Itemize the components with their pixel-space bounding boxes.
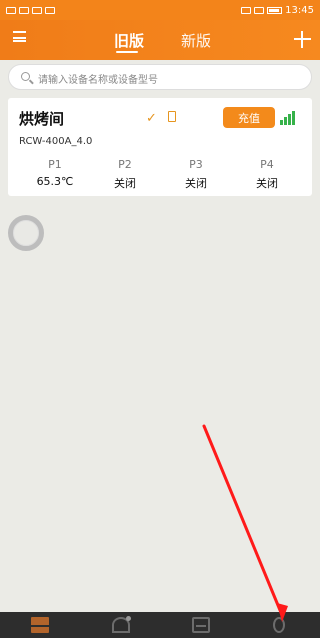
port-value: 65.3℃: [36, 175, 74, 188]
active-tab-indicator: [116, 51, 138, 53]
mic-icon: [254, 6, 265, 14]
status-bar: 13:45: [0, 0, 320, 20]
port-value: 关闭: [114, 177, 136, 190]
battery-icon: [267, 6, 283, 14]
annotation-arrow: [202, 424, 288, 622]
status-right-icons: 13:45: [241, 5, 314, 16]
search-input[interactable]: 请输入设备名称或设备型号: [8, 64, 312, 90]
port-name: P2: [118, 158, 132, 171]
bottom-navigation: [0, 612, 320, 638]
wifi-icon: [19, 6, 29, 14]
add-device-icon[interactable]: [294, 31, 311, 48]
device-box-icon[interactable]: [192, 617, 210, 633]
device-card[interactable]: 烘烤间 ✓ 充值 RCW-400A_4.0 P1 65.3℃ P2 关闭 P3 …: [8, 98, 312, 196]
cloud-icon: [45, 6, 55, 14]
signal-icon: [280, 110, 296, 125]
profile-icon[interactable]: [273, 617, 285, 633]
port-value: 关闭: [256, 177, 278, 190]
search-icon: [21, 72, 30, 81]
recharge-button[interactable]: 充值: [223, 107, 275, 128]
port-p4: P4 关闭: [237, 158, 297, 191]
device-model: RCW-400A_4.0: [19, 136, 93, 147]
tab-old-version[interactable]: 旧版: [114, 30, 144, 51]
message-icon: [32, 6, 42, 14]
sim-icon: [6, 6, 16, 14]
port-p3: P3 关闭: [166, 158, 226, 191]
port-p1: P1 65.3℃: [25, 158, 85, 188]
port-name: P4: [260, 158, 274, 171]
port-name: P3: [189, 158, 203, 171]
status-left-icons: [6, 6, 55, 14]
alarm-icon: [241, 6, 252, 14]
device-title: 烘烤间: [19, 110, 65, 128]
port-name: P1: [48, 158, 62, 171]
port-value: 关闭: [185, 177, 207, 190]
status-time: 13:45: [285, 4, 314, 16]
menu-icon[interactable]: [13, 31, 26, 42]
alarm-icon[interactable]: [112, 616, 131, 633]
verified-icon: ✓: [146, 111, 157, 126]
port-p2: P2 关闭: [95, 158, 155, 191]
home-icon[interactable]: [31, 617, 49, 633]
tab-new-version[interactable]: 新版: [181, 30, 211, 51]
app-header: 旧版 新版: [0, 20, 320, 60]
loading-spinner: [8, 215, 44, 251]
document-icon: [168, 111, 176, 122]
search-placeholder: 请输入设备名称或设备型号: [38, 75, 158, 86]
